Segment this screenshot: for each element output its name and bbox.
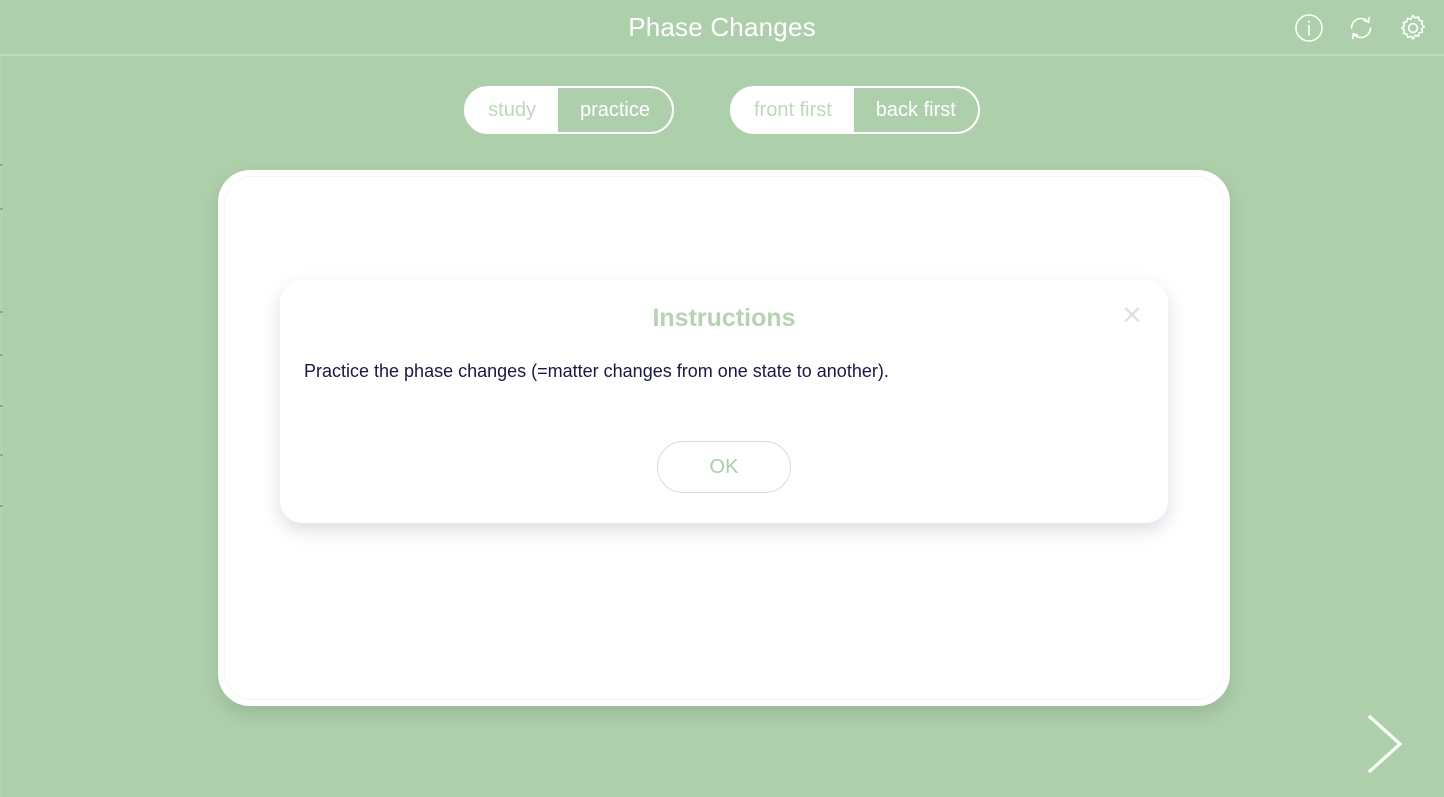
edge-mark: [0, 311, 3, 313]
toggle-option-back-first[interactable]: back first: [853, 88, 978, 132]
dialog-body-text: Practice the phase changes (=matter chan…: [304, 361, 889, 381]
app-header: Phase Changes: [0, 0, 1444, 56]
dialog-actions: OK: [280, 441, 1168, 493]
gear-icon[interactable]: [1396, 11, 1430, 45]
info-icon[interactable]: [1292, 11, 1326, 45]
header-actions: [1292, 0, 1430, 56]
toggles-row: study practice front first back first: [0, 86, 1444, 134]
ok-button[interactable]: OK: [657, 441, 791, 493]
toggle-option-practice[interactable]: practice: [557, 88, 672, 132]
front-back-toggle[interactable]: front first back first: [730, 86, 980, 134]
close-icon[interactable]: ×: [1116, 298, 1148, 330]
dialog-title: Instructions: [652, 304, 796, 332]
offscreen-panel-edge: [0, 56, 3, 797]
edge-mark: [0, 454, 3, 456]
toggle-option-front-first[interactable]: front first: [732, 88, 854, 132]
edge-mark: [0, 164, 3, 166]
next-arrow-icon[interactable]: [1354, 705, 1416, 783]
toggle-option-study[interactable]: study: [466, 88, 558, 132]
edge-mark: [0, 208, 3, 210]
page-title: Phase Changes: [628, 12, 816, 42]
study-practice-toggle[interactable]: study practice: [464, 86, 674, 134]
edge-mark: [0, 354, 3, 356]
instructions-dialog: Instructions × Practice the phase change…: [280, 280, 1168, 523]
shuffle-icon[interactable]: [1344, 11, 1378, 45]
edge-mark: [0, 405, 3, 407]
edge-mark: [0, 505, 3, 507]
